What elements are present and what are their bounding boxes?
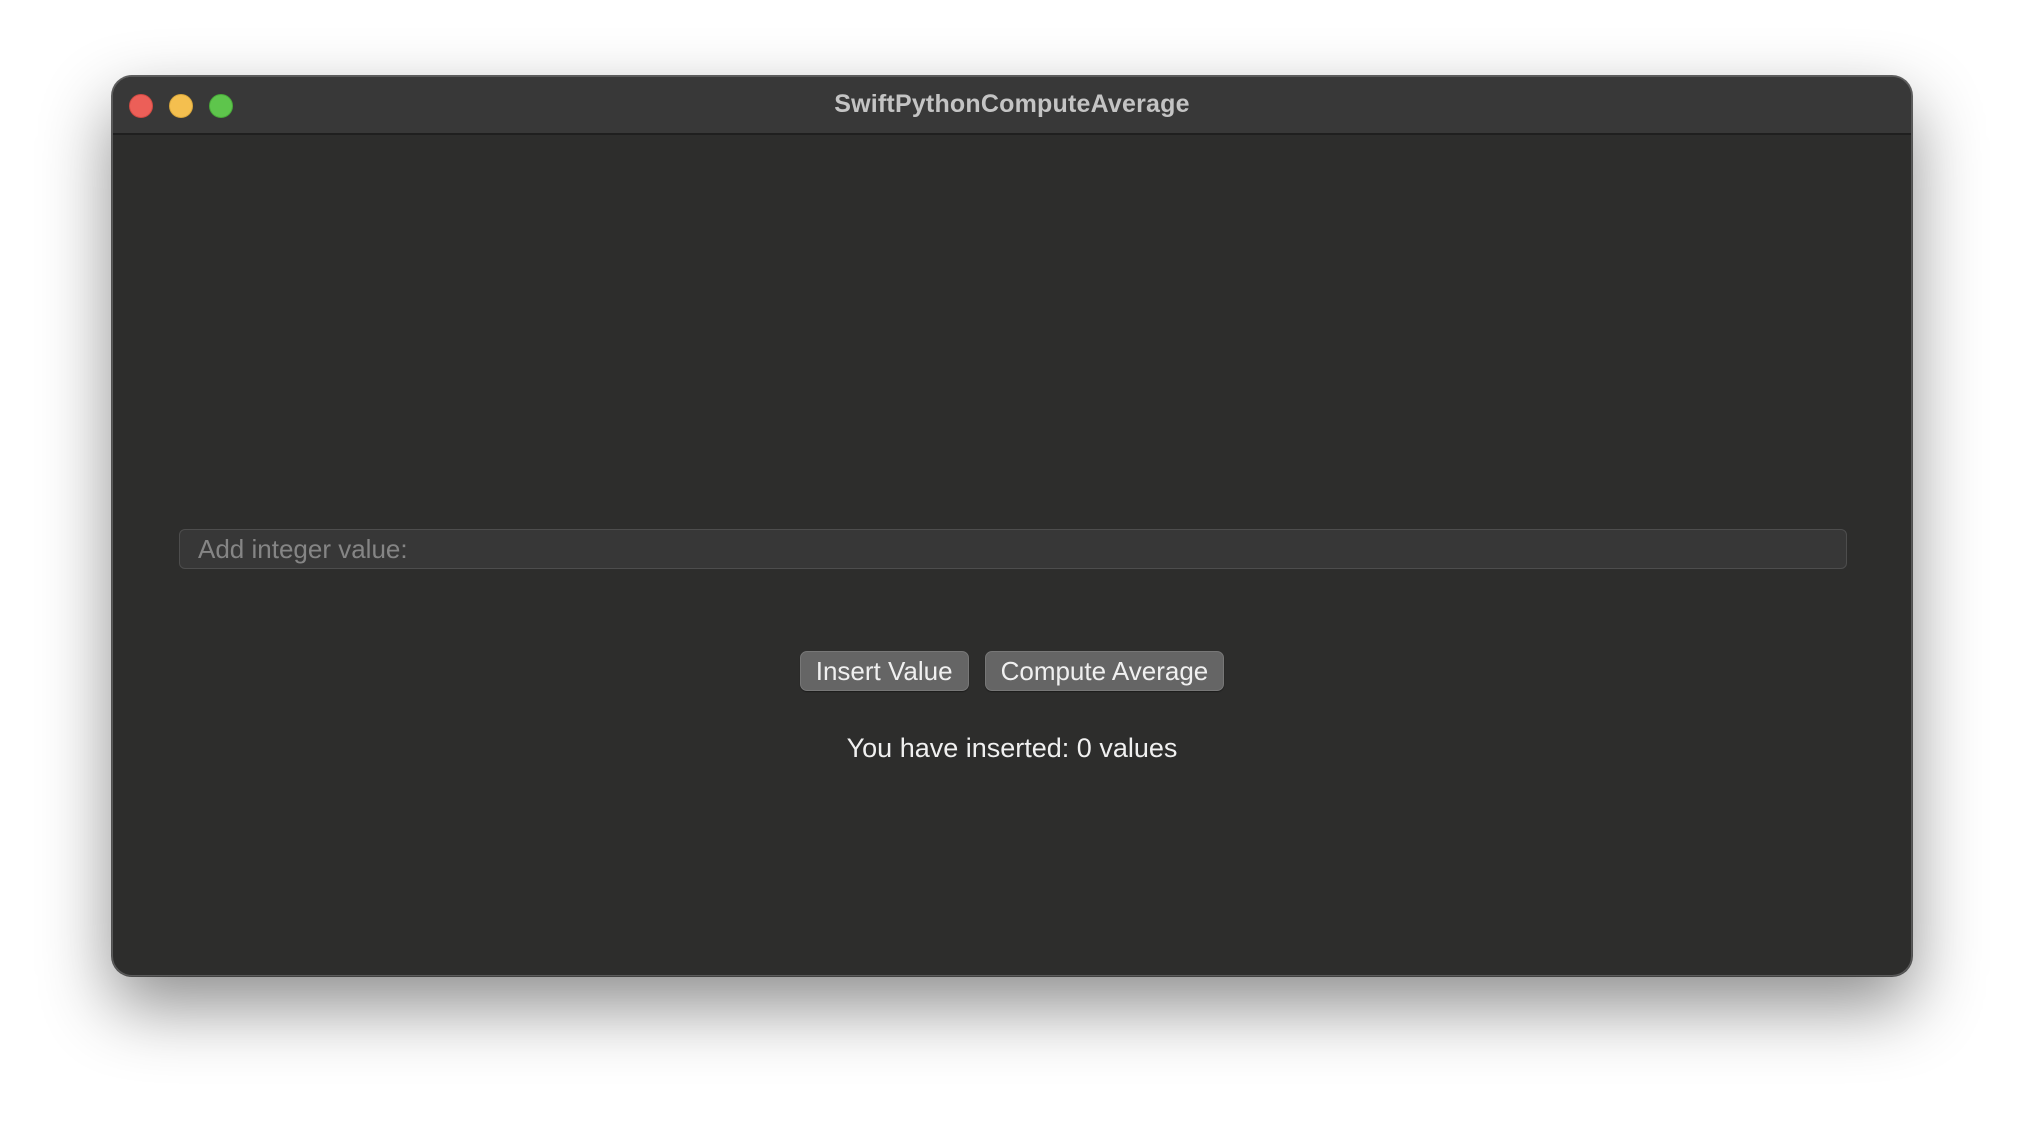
window-title: SwiftPythonComputeAverage xyxy=(834,90,1190,118)
compute-average-button[interactable]: Compute Average xyxy=(984,651,1225,691)
window-content: Insert Value Compute Average You have in… xyxy=(113,135,1911,975)
integer-value-input[interactable] xyxy=(179,529,1847,569)
insert-value-button[interactable]: Insert Value xyxy=(799,651,969,691)
button-row: Insert Value Compute Average xyxy=(113,651,1911,691)
title-bar[interactable]: SwiftPythonComputeAverage xyxy=(113,77,1911,135)
app-window: SwiftPythonComputeAverage Insert Value C… xyxy=(112,76,1912,976)
inserted-count-label: You have inserted: 0 values xyxy=(846,733,1178,763)
